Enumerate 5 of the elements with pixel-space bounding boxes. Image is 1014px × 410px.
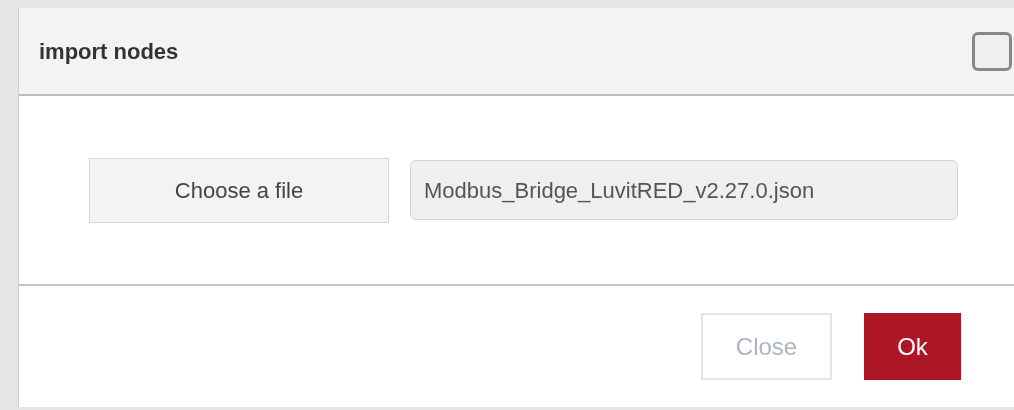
header-checkbox[interactable] [972, 31, 1012, 71]
choose-file-button[interactable]: Choose a file [89, 157, 389, 223]
dialog-title: import nodes [39, 37, 179, 66]
file-name-field[interactable]: Modbus_Bridge_LuvitRED_v2.27.0.json [410, 160, 958, 220]
ok-button[interactable]: Ok [864, 313, 961, 380]
